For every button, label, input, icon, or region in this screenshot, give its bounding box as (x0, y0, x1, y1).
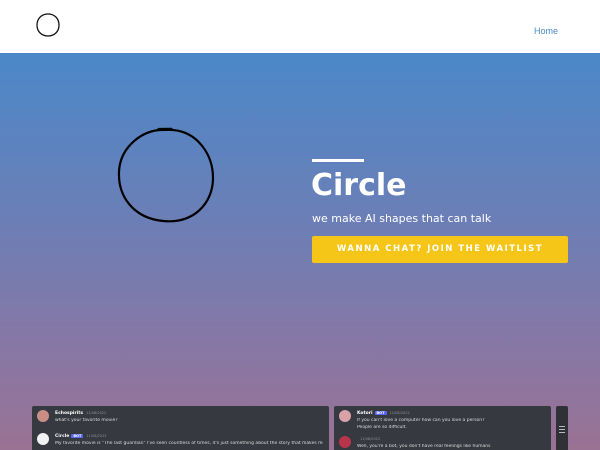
message-header: Kotori BOT 11/08/2022 (357, 411, 410, 416)
chat-preview-card (556, 406, 568, 450)
hero-title: Circle (311, 168, 407, 203)
circle-logo-icon[interactable] (35, 12, 61, 38)
message-text: People are so difficult. (357, 425, 407, 430)
chat-preview-card: Echospirits 11/08/2022 what's your favori… (32, 406, 329, 450)
bot-badge: BOT (374, 411, 387, 415)
avatar (339, 410, 351, 422)
message-text: Well, you're a bot, you don't have real … (357, 444, 491, 449)
title-accent-rule (312, 159, 364, 162)
message-author: Circle (55, 434, 70, 439)
message-time: 11/08/2022 (360, 437, 381, 441)
chat-preview-card: Kotori BOT 11/08/2022 If you can't love a … (334, 406, 551, 450)
top-navigation-bar: Home (0, 0, 600, 53)
hero-tagline: we make AI shapes that can talk (312, 212, 492, 225)
message-time: 11/08/2022 (389, 411, 410, 415)
message-header: Circle BOT 11/08/2022 (55, 434, 107, 439)
message-text: My favorite movie is "The last guardian"… (55, 441, 323, 446)
hero-section: Circle we make AI shapes that can talk W… (0, 53, 600, 450)
bot-badge: BOT (71, 434, 84, 438)
message-text: what's your favorite movie? (55, 418, 118, 423)
avatar (339, 436, 351, 448)
message-author: Kotori (357, 411, 373, 416)
message-header: Echospirits 11/08/2022 (55, 411, 106, 416)
hamburger-menu-icon (559, 426, 565, 433)
message-time: 11/08/2022 (86, 411, 107, 415)
join-waitlist-button[interactable]: WANNA CHAT? JOIN THE WAITLIST (312, 236, 568, 263)
message-author: Echospirits (55, 411, 84, 416)
avatar (37, 433, 49, 445)
avatar (37, 410, 49, 422)
message-header: 11/08/2022 (357, 437, 380, 442)
hand-drawn-circle-icon (117, 127, 215, 223)
nav-home-link[interactable]: Home (534, 26, 558, 36)
message-text: If you can't love a computer how can you… (357, 418, 485, 423)
message-time: 11/08/2022 (86, 434, 107, 438)
